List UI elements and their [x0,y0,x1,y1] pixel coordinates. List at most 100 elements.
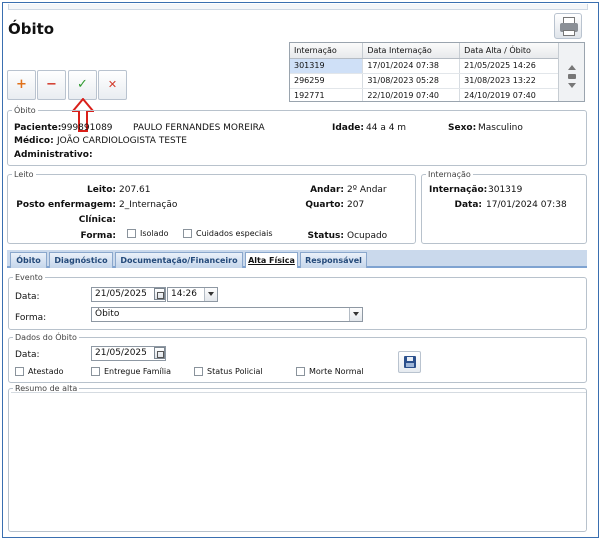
section-legend: Leito [14,170,34,179]
checkbox-box[interactable] [127,229,136,238]
tab-diagnostico[interactable]: Diagnóstico [49,252,113,268]
event-form-value: Óbito [95,309,120,319]
confirm-button[interactable]: ✓ [68,70,97,100]
table-cell: 296259 [290,73,364,89]
section-legend: Dados do Óbito [15,333,77,342]
floppy-disk-icon [404,356,416,368]
age-label: Idade: [332,123,365,133]
event-time-value: 14:26 [171,289,197,299]
table-row[interactable]: 301319 17/01/2024 07:38 21/05/2025 14:26 [290,58,560,74]
admission-date-label: Data: [454,200,482,210]
table-cell: 21/05/2025 14:26 [459,58,560,74]
event-date-label: Data: [15,292,40,302]
event-form-label: Forma: [15,313,47,323]
calendar-icon[interactable] [154,288,165,300]
page-title: Óbito [8,20,55,38]
doctor-label: Médico: [14,136,54,146]
station-value: 2_Internação [119,200,178,210]
checkbox-box[interactable] [183,229,192,238]
age-value: 44 a 4 m [366,123,407,133]
table-cell: 22/10/2019 07:40 [362,88,461,101]
scroll-down-icon[interactable] [568,83,576,88]
station-label: Posto enfermagem: [16,200,116,210]
room-label: Quarto: [305,200,344,210]
scroll-up-icon[interactable] [568,65,576,70]
minus-icon: − [46,77,57,92]
table-cell: 24/10/2019 07:40 [459,88,560,101]
checkbox-box[interactable] [296,367,305,376]
patient-id: 999891089 [61,123,113,133]
clinic-label: Clínica: [78,215,116,225]
section-legend: Internação [428,170,471,179]
table-cell: 17/01/2024 07:38 [362,58,461,74]
grid-scrollbar[interactable] [558,43,584,101]
top-strip [8,4,588,10]
print-button[interactable] [554,13,582,39]
table-row[interactable]: 296259 31/08/2023 05:28 31/08/2023 13:22 [290,73,560,89]
close-icon: ✕ [107,78,118,91]
checkbox-box[interactable] [194,367,203,376]
section-legend: Óbito [14,106,36,115]
table-cell: 31/08/2023 13:22 [459,73,560,89]
death-date-label: Data: [15,350,40,360]
patient-name: PAULO FERNANDES MOREIRA [133,123,265,133]
atestado-checkbox[interactable]: Atestado [15,367,64,376]
calendar-icon[interactable] [154,347,165,359]
cancel-button[interactable]: ✕ [98,70,127,100]
tab-bar: Óbito Diagnóstico Documentação/Financeir… [7,250,587,268]
checkbox-label: Atestado [28,367,64,376]
admissions-grid[interactable]: Internação Data Internação Data Alta / Ó… [289,42,585,102]
admission-number-label: Internação: [429,185,488,195]
add-button[interactable]: + [7,70,36,100]
checkbox-label: Morte Normal [309,367,364,376]
doctor-value: JOÃO CARDIOLOGISTA TESTE [57,136,187,146]
table-cell: 192771 [290,88,364,101]
resumo-alta-textarea[interactable] [11,392,586,530]
table-cell: 31/08/2023 05:28 [362,73,461,89]
patient-label: Paciente: [14,123,62,133]
room-value: 207 [347,200,365,210]
plus-icon: + [16,77,27,92]
checkbox-box[interactable] [15,367,24,376]
admission-date-value: 17/01/2024 07:38 [486,200,567,210]
scroll-thumb[interactable] [568,74,576,79]
column-header[interactable]: Internação [290,43,364,59]
sex-label: Sexo: [448,123,477,133]
chevron-down-icon[interactable] [349,308,362,321]
event-date-value: 21/05/2025 [95,289,147,299]
tab-responsavel[interactable]: Responsável [300,252,367,268]
death-date-value: 21/05/2025 [95,348,147,358]
column-header[interactable]: Data Alta / Óbito [459,43,560,59]
tab-obito[interactable]: Óbito [10,252,47,268]
form-label: Forma: [80,231,116,241]
bed-label: Leito: [86,185,116,195]
checkbox-box[interactable] [91,367,100,376]
entregue-familia-checkbox[interactable]: Entregue Família [91,367,171,376]
grid-header: Internação Data Internação Data Alta / Ó… [290,43,560,59]
tab-documentacao-financeiro[interactable]: Documentação/Financeiro [115,252,243,268]
tab-alta-fisica[interactable]: Alta Física [245,252,298,268]
save-button[interactable] [398,351,421,373]
remove-button[interactable]: − [37,70,66,100]
status-value: Ocupado [347,231,388,241]
event-time-input[interactable]: 14:26 [167,287,218,302]
column-header[interactable]: Data Internação [362,43,461,59]
checkbox-label: Status Policial [207,367,263,376]
table-cell: 301319 [290,58,364,74]
chevron-down-icon[interactable] [204,288,217,301]
event-form-select[interactable]: Óbito [91,307,363,322]
sex-value: Masculino [478,123,523,133]
status-label: Status: [307,231,344,241]
special-care-checkbox[interactable]: Cuidados especiais [183,229,273,238]
check-icon: ✓ [77,77,88,92]
floor-label: Andar: [310,185,344,195]
status-policial-checkbox[interactable]: Status Policial [194,367,263,376]
isolated-checkbox[interactable]: Isolado [127,229,169,238]
floor-value: 2º Andar [347,185,387,195]
admission-number-value: 301319 [488,185,523,195]
bed-value: 207.61 [119,185,151,195]
section-legend: Evento [15,273,43,282]
table-row[interactable]: 192771 22/10/2019 07:40 24/10/2019 07:40 [290,88,560,101]
morte-normal-checkbox[interactable]: Morte Normal [296,367,364,376]
admin-label: Administrativo: [14,150,93,160]
